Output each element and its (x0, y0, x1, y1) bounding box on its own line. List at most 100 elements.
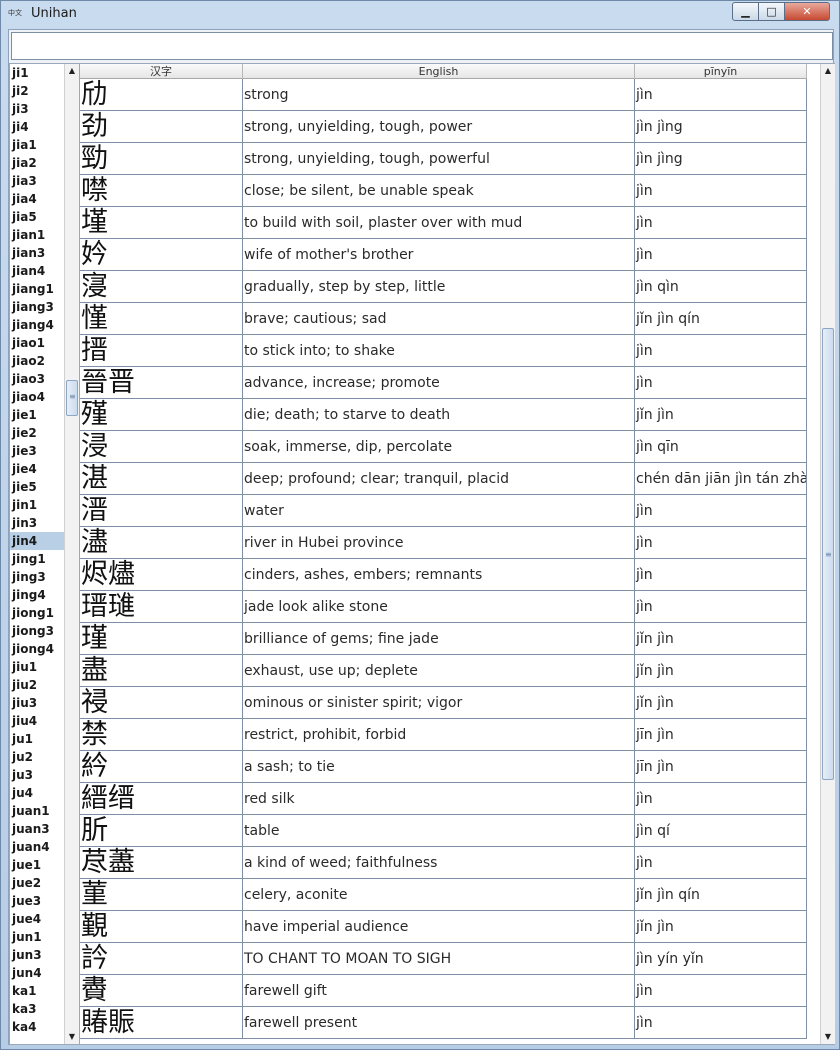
syllable-list-item[interactable]: jia2 (10, 154, 64, 172)
syllable-list-item[interactable]: jin4 (10, 532, 64, 550)
table-row[interactable]: 肵 table jìn qí (80, 815, 807, 847)
minimize-button[interactable]: ▁ (732, 2, 759, 21)
syllable-list-item[interactable]: jian1 (10, 226, 64, 244)
search-input[interactable] (11, 32, 833, 60)
title-bar[interactable]: 中文 Unihan ▁ □ ✕ (1, 1, 839, 27)
syllable-list-item[interactable]: jie4 (10, 460, 64, 478)
syllable-list-item[interactable]: jin3 (10, 514, 64, 532)
syllable-list-item[interactable]: jin1 (10, 496, 64, 514)
syllable-list-item[interactable]: juan1 (10, 802, 64, 820)
syllable-list-item[interactable]: jiang1 (10, 280, 64, 298)
table-row[interactable]: 紟a sash; to tie jīn jìn (80, 751, 807, 783)
table-row[interactable]: 寖 gradually, step by step, little jìn qìn (80, 271, 807, 303)
table-row[interactable]: 瑾 brilliance of gems; fine jade jǐn jìn (80, 623, 807, 655)
syllable-list-item[interactable]: jiang4 (10, 316, 64, 334)
table-row[interactable]: 劤 strong jìn (80, 79, 807, 111)
table-row[interactable]: 荩藎 a kind of weed; faithfulness jìn (80, 847, 807, 879)
table-row[interactable]: 劲 strong, unyielding, tough, power jìn jìn… (80, 111, 807, 143)
syllable-list[interactable]: ji1 ji2 ji3 ji4 jia1 jia2 jia3 jia4 jia5 jian1 jia… (10, 64, 64, 1044)
table-scrollbar[interactable]: ▲ ≡ ▼ (820, 64, 835, 1044)
syllable-list-item[interactable]: jiao4 (10, 388, 64, 406)
syllable-list-item[interactable]: jue4 (10, 910, 64, 928)
maximize-button[interactable]: □ (758, 2, 785, 21)
table-row[interactable]: 盡 exhaust, use up; deplete jǐn jìn (80, 655, 807, 687)
syllable-list-item[interactable]: jue1 (10, 856, 64, 874)
syllable-list-item[interactable]: jie2 (10, 424, 64, 442)
syllable-list-item[interactable]: ju3 (10, 766, 64, 784)
table-row[interactable]: 妗 wife of mother's brother jìn (80, 239, 807, 271)
table-row[interactable]: 禁 restrict, prohibit, forbid jīn jìn (80, 719, 807, 751)
syllable-list-item[interactable]: jie1 (10, 406, 64, 424)
scroll-down-icon[interactable]: ▼ (821, 1030, 835, 1044)
column-header-hanzi[interactable]: 汉字 (80, 64, 243, 79)
syllable-list-item[interactable]: jiu3 (10, 694, 64, 712)
table-row[interactable]: 賰賑 farewell present jìn (80, 1007, 807, 1039)
syllable-list-item[interactable]: jian4 (10, 262, 64, 280)
syllable-list-item[interactable]: jue3 (10, 892, 64, 910)
syllable-list-item[interactable]: ka3 (10, 1000, 64, 1018)
table-row[interactable]: 殣 die; death; to starve to death jǐn jìn (80, 399, 807, 431)
table-row[interactable]: 祲 ominous or sinister spirit; vigor jǐn jì… (80, 687, 807, 719)
scrollbar-thumb[interactable]: ≡ (66, 380, 78, 417)
table-row[interactable]: 浸 soak, immerse, dip, percolate jìn qīn (80, 431, 807, 463)
table-row[interactable]: 菫 celery, aconite jǐn jìn qín (80, 879, 807, 911)
syllable-list-item[interactable]: jiao1 (10, 334, 64, 352)
syllable-list-item[interactable]: juan3 (10, 820, 64, 838)
syllable-list-item[interactable]: ju1 (10, 730, 64, 748)
syllable-list-item[interactable]: jing1 (10, 550, 64, 568)
syllable-list-item[interactable]: jiong1 (10, 604, 64, 622)
table-row[interactable]: 濜 river in Hubei province jìn (80, 527, 807, 559)
syllable-list-item[interactable]: jun3 (10, 946, 64, 964)
syllable-list-item[interactable]: ji3 (10, 100, 64, 118)
syllable-list-item[interactable]: ji2 (10, 82, 64, 100)
syllable-list-item[interactable]: jue2 (10, 874, 64, 892)
syllable-list-item[interactable]: jiu1 (10, 658, 64, 676)
scrollbar-thumb[interactable]: ≡ (822, 328, 834, 780)
column-header-pinyin[interactable]: pīnyīn (635, 64, 807, 79)
syllable-list-item[interactable]: jia1 (10, 136, 64, 154)
scroll-down-icon[interactable]: ▼ (65, 1030, 79, 1044)
table-row[interactable]: 搢 to stick into; to shake jìn (80, 335, 807, 367)
syllable-list-item[interactable]: jiu4 (10, 712, 64, 730)
syllable-list-scrollbar[interactable]: ▲ ≡ ▼ (64, 64, 79, 1044)
syllable-list-item[interactable]: jiong4 (10, 640, 64, 658)
table-row[interactable]: 噤 close; be silent, be unable speak jìn (80, 175, 807, 207)
syllable-list-item[interactable]: ji4 (10, 118, 64, 136)
table-row[interactable]: 覲 have imperial audience jǐn jìn (80, 911, 807, 943)
table-row[interactable]: 溍 water jìn (80, 495, 807, 527)
syllable-list-item[interactable]: ju4 (10, 784, 64, 802)
syllable-list-item[interactable]: jia5 (10, 208, 64, 226)
syllable-list-item[interactable]: jing4 (10, 586, 64, 604)
syllable-list-item[interactable]: jun1 (10, 928, 64, 946)
syllable-list-item[interactable]: ji1 (10, 64, 64, 82)
table-row[interactable]: 縉缙 red silk jìn (80, 783, 807, 815)
table-row[interactable]: 賮 farewell gift jìn (80, 975, 807, 1007)
table-row[interactable]: 晉晋 advance, increase; promote jìn (80, 367, 807, 399)
syllable-list-item[interactable]: ju2 (10, 748, 64, 766)
scroll-up-icon[interactable]: ▲ (65, 64, 79, 78)
table-row[interactable]: 湛 deep; profound; clear; tranquil, placid… (80, 463, 807, 495)
table-row[interactable]: 瑨璡 jade look alike stone jìn (80, 591, 807, 623)
syllable-list-item[interactable]: ka4 (10, 1018, 64, 1036)
table-row[interactable]: 烬燼 cinders, ashes, embers; remnants jìn (80, 559, 807, 591)
table-row[interactable]: 墐 to build with soil, plaster over with m… (80, 207, 807, 239)
syllable-list-item[interactable]: ka1 (10, 982, 64, 1000)
table-row[interactable]: 訡 TO CHANT TO MOAN TO SIGH jìn yín yǐn (80, 943, 807, 975)
syllable-list-item[interactable]: juan4 (10, 838, 64, 856)
syllable-list-item[interactable]: jiao2 (10, 352, 64, 370)
table-row[interactable]: 慬 brave; cautious; sad jǐn jìn qín (80, 303, 807, 335)
syllable-list-item[interactable]: jian3 (10, 244, 64, 262)
syllable-list-item[interactable]: jie5 (10, 478, 64, 496)
close-button[interactable]: ✕ (784, 2, 830, 21)
scroll-up-icon[interactable]: ▲ (821, 64, 835, 78)
syllable-list-item[interactable]: jie3 (10, 442, 64, 460)
table-row[interactable]: 勁 strong, unyielding, tough, powerful jìn … (80, 143, 807, 175)
syllable-list-item[interactable]: jiang3 (10, 298, 64, 316)
syllable-list-item[interactable]: jing3 (10, 568, 64, 586)
syllable-list-item[interactable]: jia3 (10, 172, 64, 190)
syllable-list-item[interactable]: jiu2 (10, 676, 64, 694)
syllable-list-item[interactable]: jiao3 (10, 370, 64, 388)
syllable-list-item[interactable]: jun4 (10, 964, 64, 982)
syllable-list-item[interactable]: jiong3 (10, 622, 64, 640)
syllable-list-item[interactable]: jia4 (10, 190, 64, 208)
